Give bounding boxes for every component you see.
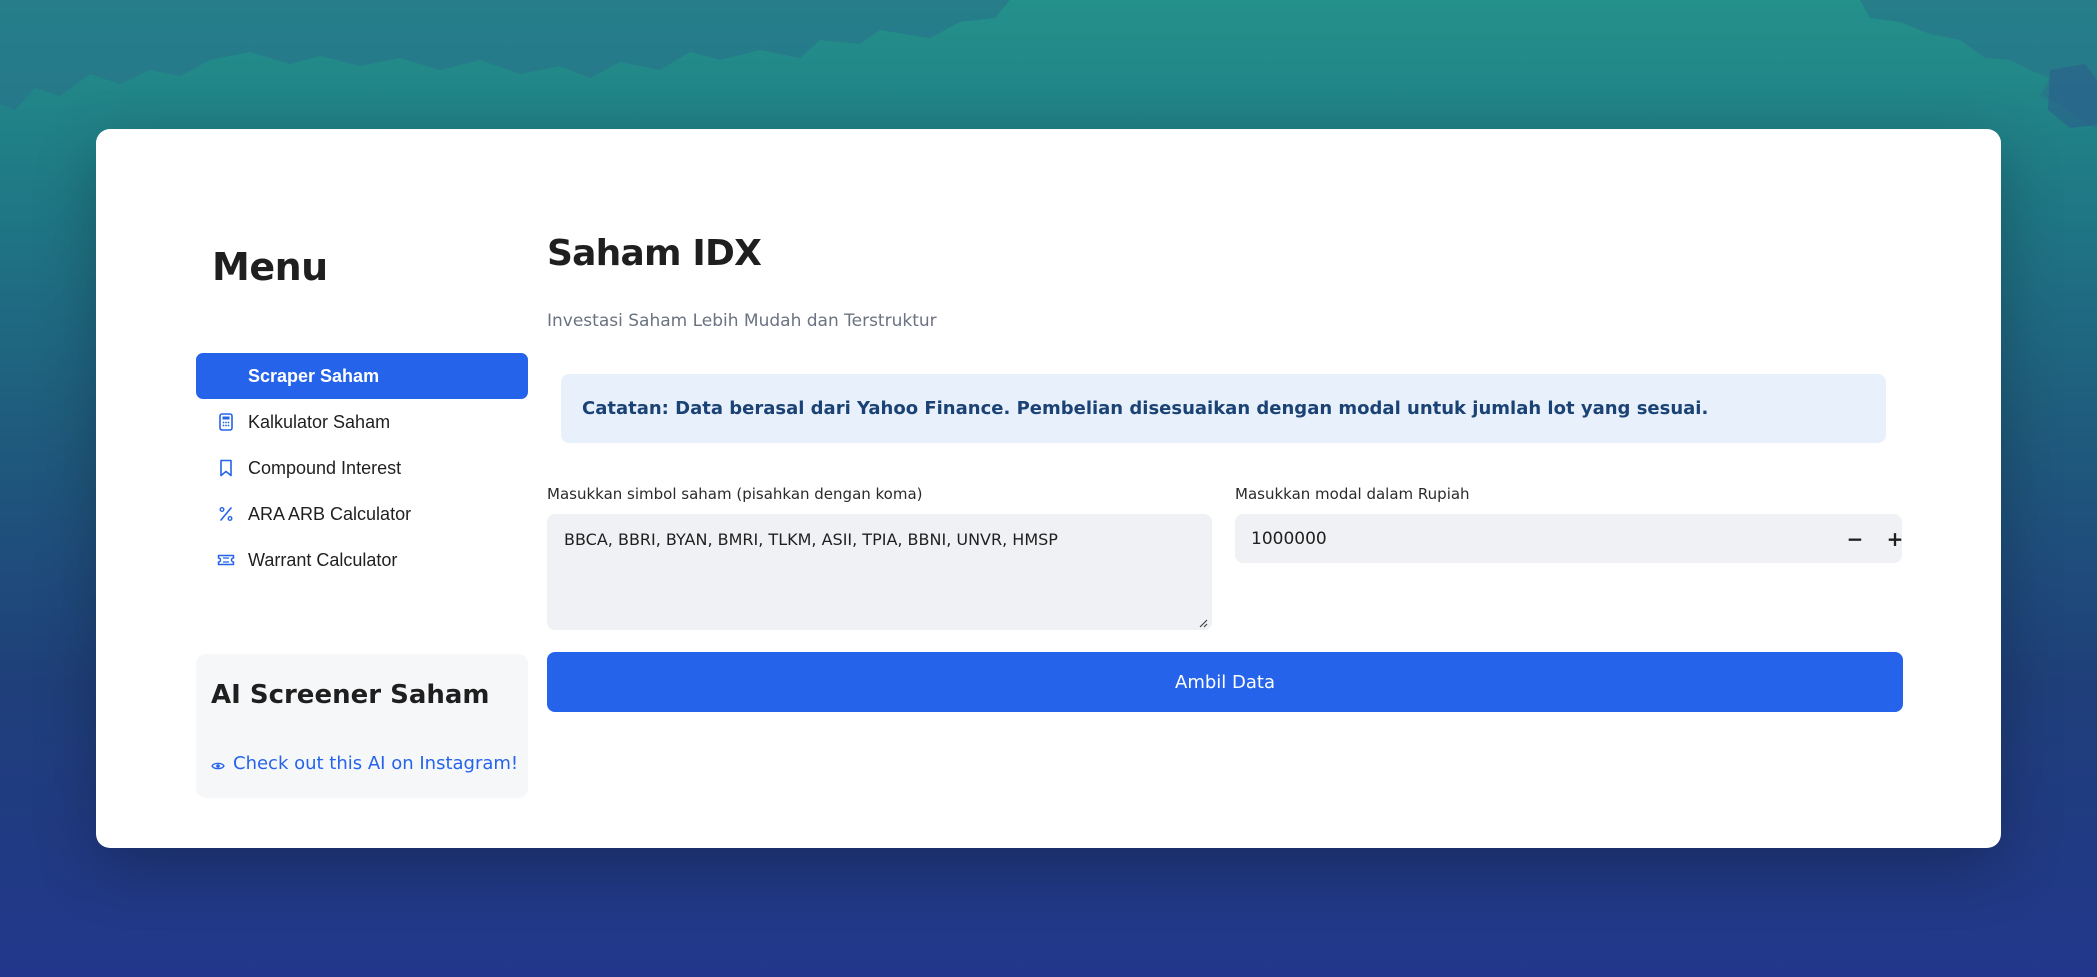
sidebar-item-warrant-calculator[interactable]: Warrant Calculator: [196, 538, 528, 583]
ai-screener-title: AI Screener Saham: [211, 680, 490, 710]
calculator-icon: [216, 412, 236, 432]
ambil-data-button[interactable]: Ambil Data: [547, 652, 1903, 712]
capital-number-field: − +: [1235, 514, 1903, 563]
menu-title: Menu: [212, 245, 328, 289]
capital-label: Masukkan modal dalam Rupiah: [1235, 485, 1470, 503]
capital-input[interactable]: [1235, 514, 1795, 563]
bookmark-icon: [216, 458, 236, 478]
resize-handle-icon[interactable]: [1198, 618, 1208, 628]
sidebar-item-ara-arb-calculator[interactable]: ARA ARB Calculator: [196, 492, 528, 537]
sidebar-item-scraper-saham[interactable]: Scraper Saham: [196, 353, 528, 399]
page-title: Saham IDX: [547, 233, 762, 274]
sidebar-item-compound-interest[interactable]: Compound Interest: [196, 446, 528, 491]
instagram-link-label: Check out this AI on Instagram!: [233, 753, 519, 774]
eye-icon: [211, 757, 225, 771]
background-pattern: [0, 0, 2097, 130]
sidebar-item-label: Warrant Calculator: [248, 550, 398, 570]
symbols-textarea[interactable]: BBCA, BBRI, BYAN, BMRI, TLKM, ASII, TPIA…: [547, 514, 1212, 630]
percent-icon: [216, 504, 236, 524]
sidebar-item-label: ARA ARB Calculator: [248, 504, 412, 524]
sidebar-item-label: Compound Interest: [248, 458, 402, 478]
symbols-label: Masukkan simbol saham (pisahkan dengan k…: [547, 485, 923, 503]
ai-screener-panel: AI Screener Saham Check out this AI on I…: [196, 654, 528, 798]
instagram-link[interactable]: Check out this AI on Instagram!: [211, 753, 518, 774]
sidebar-item-label: Kalkulator Saham: [248, 412, 391, 432]
main-card: Menu Scraper Saham Kalkulator Saham Comp…: [96, 129, 2001, 848]
info-note-text: Catatan: Data berasal dari Yahoo Finance…: [582, 398, 1709, 419]
sidebar-nav: Scraper Saham Kalkulator Saham Compound …: [196, 353, 528, 584]
ticket-icon: [216, 550, 236, 570]
decrement-button[interactable]: −: [1837, 521, 1873, 557]
sidebar-item-kalkulator-saham[interactable]: Kalkulator Saham: [196, 400, 528, 445]
sidebar-item-label: Scraper Saham: [248, 365, 380, 386]
page-subtitle: Investasi Saham Lebih Mudah dan Terstruk…: [547, 311, 937, 331]
increment-button[interactable]: +: [1877, 521, 1913, 557]
info-note: Catatan: Data berasal dari Yahoo Finance…: [561, 374, 1886, 443]
